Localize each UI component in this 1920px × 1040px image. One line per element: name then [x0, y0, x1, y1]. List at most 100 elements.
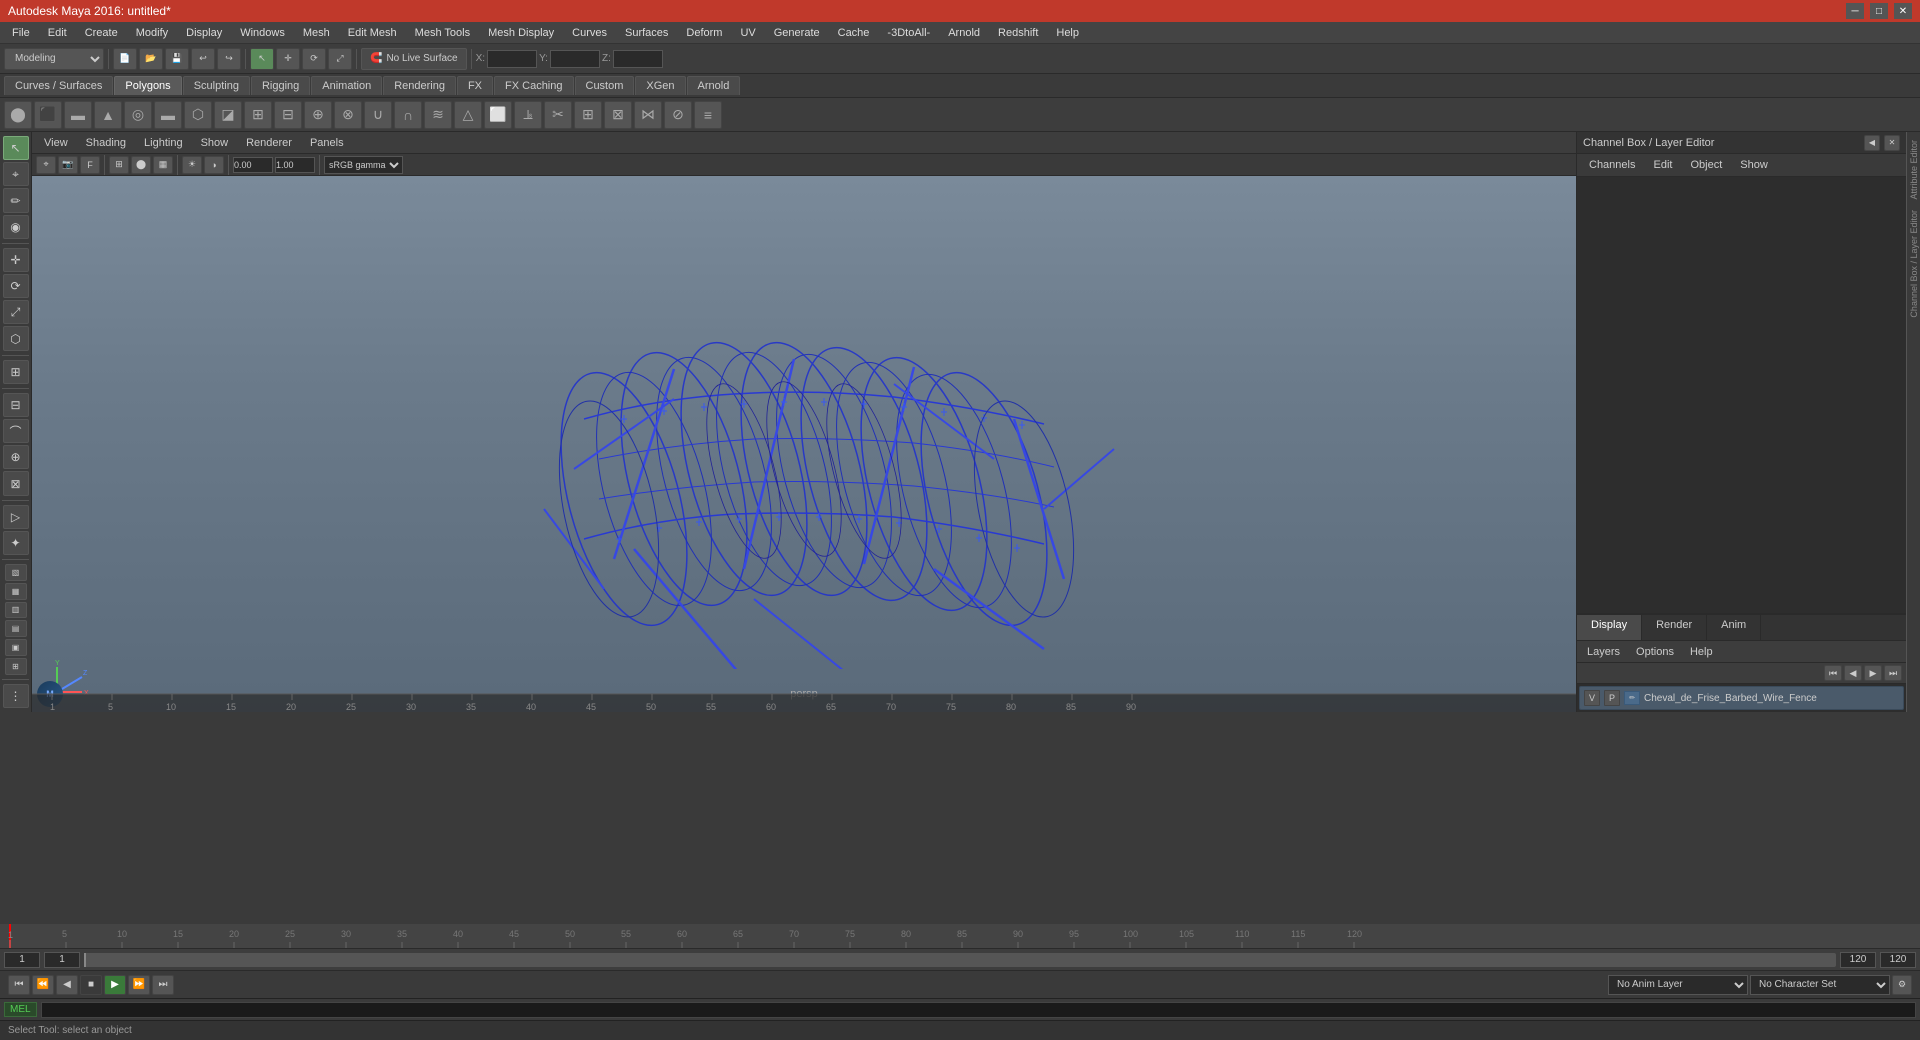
options-sub-item[interactable]: Options — [1630, 644, 1680, 660]
vp-shadows-btn[interactable]: ◑ — [204, 156, 224, 174]
more-tools[interactable]: ⋮ — [3, 684, 29, 708]
fx-tool[interactable]: ✦ — [3, 531, 29, 555]
vp-far-clip[interactable] — [275, 157, 315, 173]
open-scene-button[interactable]: 📂 — [139, 48, 163, 70]
layer-display1[interactable]: ▧ — [5, 564, 27, 581]
goto-end-button[interactable]: ⏭ — [152, 975, 174, 995]
shelf-tab-fx[interactable]: FX — [457, 76, 493, 95]
anim-layer-dropdown[interactable]: No Anim Layer — [1608, 975, 1748, 995]
universal-manip[interactable]: ⬡ — [3, 326, 29, 350]
move-tool[interactable]: ✛ — [3, 248, 29, 272]
new-scene-button[interactable]: 📄 — [113, 48, 137, 70]
vp-gamma-select[interactable]: sRGB gamma — [324, 156, 403, 174]
play-forward-button[interactable]: ▶ — [104, 975, 126, 995]
channels-menu[interactable]: Channels — [1581, 157, 1643, 173]
playback-range-slider[interactable] — [84, 953, 1836, 967]
vp-cam-select[interactable]: ⌖ — [36, 156, 56, 174]
layer-display4[interactable]: ▤ — [5, 620, 27, 637]
shelf-tab-curves-surfaces[interactable]: Curves / Surfaces — [4, 76, 113, 95]
z-input[interactable] — [613, 50, 663, 68]
move-tool-button[interactable]: ✛ — [276, 48, 300, 70]
vp-smooth-shade[interactable]: ⬤ — [131, 156, 151, 174]
y-input[interactable] — [550, 50, 600, 68]
char-set-dropdown[interactable]: No Character Set — [1750, 975, 1890, 995]
shelf-tab-rendering[interactable]: Rendering — [383, 76, 456, 95]
shelf-icon-separate[interactable]: ⊗ — [334, 101, 362, 129]
layer-last-button[interactable]: ⏭ — [1884, 665, 1902, 681]
layer-display5[interactable]: ▣ — [5, 639, 27, 656]
snap-to-curve[interactable]: ⌒ — [3, 419, 29, 443]
shelf-icon-extrude[interactable]: ⬡ — [184, 101, 212, 129]
menu-generate[interactable]: Generate — [766, 25, 828, 41]
shelf-icon-smooth[interactable]: ≋ — [424, 101, 452, 129]
current-frame-input[interactable] — [44, 952, 80, 968]
vp-menu-panels[interactable]: Panels — [302, 135, 352, 151]
vp-menu-lighting[interactable]: Lighting — [136, 135, 191, 151]
shelf-icon-bridge[interactable]: ⊞ — [244, 101, 272, 129]
shelf-icon-cone[interactable]: ▲ — [94, 101, 122, 129]
shelf-tab-xgen[interactable]: XGen — [635, 76, 685, 95]
snap-to-point[interactable]: ⊕ — [3, 445, 29, 469]
goto-start-button[interactable]: ⏮ — [8, 975, 30, 995]
redo-button[interactable]: ↪ — [217, 48, 241, 70]
layer-tab-render[interactable]: Render — [1642, 615, 1707, 640]
layer-prev-button[interactable]: ◀ — [1844, 665, 1862, 681]
channel-collapse-button[interactable]: ◀ — [1864, 135, 1880, 151]
attr-editor-label[interactable]: Attribute Editor — [1909, 140, 1919, 200]
shelf-icon-sphere[interactable]: ⬤ — [4, 101, 32, 129]
minimize-button[interactable]: ─ — [1846, 3, 1864, 19]
range-start-input[interactable] — [4, 952, 40, 968]
range-end-input[interactable] — [1840, 952, 1876, 968]
menu-mesh-display[interactable]: Mesh Display — [480, 25, 562, 41]
rotate-tool-button[interactable]: ⟳ — [302, 48, 326, 70]
layer-display2[interactable]: ▦ — [5, 583, 27, 600]
menu-surfaces[interactable]: Surfaces — [617, 25, 676, 41]
edit-menu[interactable]: Edit — [1645, 157, 1680, 173]
undo-button[interactable]: ↩ — [191, 48, 215, 70]
menu-cache[interactable]: Cache — [830, 25, 878, 41]
workspace-dropdown[interactable]: Modeling — [4, 48, 104, 70]
vp-cam-persp[interactable]: 📷 — [58, 156, 78, 174]
mel-label[interactable]: MEL — [4, 1002, 37, 1017]
layer-row[interactable]: V P ✏ Cheval_de_Frise_Barbed_Wire_Fence — [1579, 686, 1904, 710]
stop-button[interactable]: ■ — [80, 975, 102, 995]
menu-display[interactable]: Display — [178, 25, 230, 41]
play-back-button[interactable]: ◀ — [56, 975, 78, 995]
menu-edit-mesh[interactable]: Edit Mesh — [340, 25, 405, 41]
shelf-icon-merge[interactable]: ⋈ — [634, 101, 662, 129]
vp-menu-view[interactable]: View — [36, 135, 76, 151]
shelf-icon-insert-edgeloop[interactable]: ⊞ — [574, 101, 602, 129]
menu-file[interactable]: File — [4, 25, 38, 41]
help-sub-item[interactable]: Help — [1684, 644, 1719, 660]
layer-create-button[interactable]: ⏮ — [1824, 665, 1842, 681]
menu-help[interactable]: Help — [1048, 25, 1087, 41]
layer-display6[interactable]: ⊞ — [5, 658, 27, 675]
shelf-tab-arnold[interactable]: Arnold — [687, 76, 741, 95]
attr-editor-tab[interactable]: Attribute Editor Channel Box / Layer Edi… — [1906, 132, 1920, 712]
shelf-icon-torus[interactable]: ◎ — [124, 101, 152, 129]
step-back-button[interactable]: ⏪ — [32, 975, 54, 995]
menu-deform[interactable]: Deform — [678, 25, 730, 41]
shelf-icon-slide-edge[interactable]: ≡ — [694, 101, 722, 129]
anim-end-input[interactable] — [1880, 952, 1916, 968]
shelf-tab-sculpting[interactable]: Sculpting — [183, 76, 250, 95]
layer-visibility-button[interactable]: V — [1584, 690, 1600, 706]
vp-wireframe[interactable]: ⊞ — [109, 156, 129, 174]
shelf-icon-boolean-diff[interactable]: ∩ — [394, 101, 422, 129]
vp-cam-front[interactable]: F — [80, 156, 100, 174]
snap-to-grid[interactable]: ⊟ — [3, 393, 29, 417]
shelf-icon-quad[interactable]: ⬜ — [484, 101, 512, 129]
shelf-icon-combine[interactable]: ⊕ — [304, 101, 332, 129]
timeline-ruler[interactable]: 1 5 10 15 20 25 30 35 40 45 50 55 60 65 … — [0, 924, 1920, 948]
snap-to-view[interactable]: ⊠ — [3, 471, 29, 495]
shelf-icon-cube[interactable]: ⬛ — [34, 101, 62, 129]
shelf-tab-animation[interactable]: Animation — [311, 76, 382, 95]
scale-tool[interactable]: ⤢ — [3, 300, 29, 324]
close-button[interactable]: ✕ — [1894, 3, 1912, 19]
shelf-icon-bevel[interactable]: ◪ — [214, 101, 242, 129]
layer-color-swatch[interactable]: ✏ — [1624, 691, 1640, 705]
vp-menu-show[interactable]: Show — [193, 135, 237, 151]
lasso-tool[interactable]: ⌖ — [3, 162, 29, 186]
vp-menu-renderer[interactable]: Renderer — [238, 135, 300, 151]
menu-mesh[interactable]: Mesh — [295, 25, 338, 41]
